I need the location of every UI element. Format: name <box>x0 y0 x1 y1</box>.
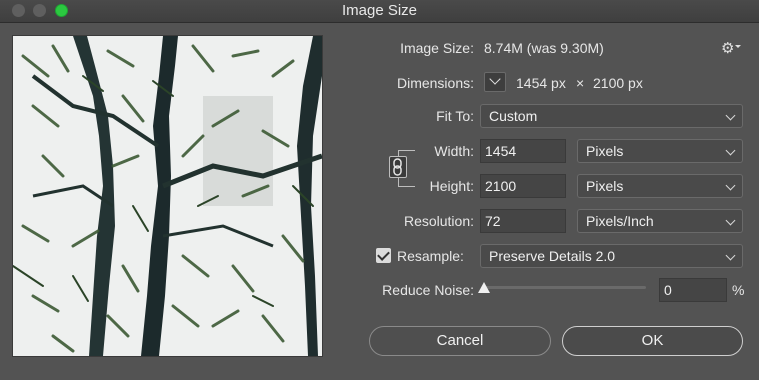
chevron-down-icon <box>725 215 736 226</box>
title-bar: Image Size <box>0 0 759 23</box>
dimensions-height: 2100 px <box>593 75 643 91</box>
width-unit-select[interactable]: Pixels <box>577 139 743 163</box>
window-title: Image Size <box>341 2 418 19</box>
image-preview[interactable] <box>12 35 323 357</box>
gear-dropdown-caret-icon[interactable] <box>735 45 741 48</box>
reduce-noise-unit: % <box>732 282 745 298</box>
dimensions-times: × <box>576 75 585 91</box>
resolution-unit-value: Pixels/Inch <box>586 213 654 229</box>
chevron-down-icon <box>489 73 501 85</box>
chevron-down-icon <box>725 180 736 191</box>
ok-button[interactable]: OK <box>562 326 743 356</box>
image-size-value: 8.74M (was 9.30M) <box>484 40 604 56</box>
dimensions-toggle-button[interactable] <box>484 72 506 92</box>
height-unit-value: Pixels <box>586 178 624 194</box>
chevron-down-icon <box>725 145 736 156</box>
resolution-input[interactable]: 72 <box>480 209 566 233</box>
width-unit-value: Pixels <box>586 143 624 159</box>
image-size-label: Image Size: <box>400 40 474 56</box>
height-input[interactable]: 2100 <box>480 174 566 198</box>
checkmark-icon <box>377 248 390 261</box>
reduce-noise-input[interactable]: 0 <box>659 278 727 302</box>
gear-icon[interactable]: ⚙ <box>721 39 734 57</box>
resample-label[interactable]: Resample: <box>397 248 464 264</box>
resample-method-value: Preserve Details 2.0 <box>489 248 616 264</box>
chain-link-icon[interactable] <box>389 156 407 178</box>
resolution-unit-select[interactable]: Pixels/Inch <box>577 209 743 233</box>
fit-to-value: Custom <box>489 108 538 124</box>
dimensions-width: 1454 px <box>516 75 566 91</box>
preview-foliage-image <box>13 36 322 356</box>
reduce-noise-label: Reduce Noise: <box>382 282 474 298</box>
resolution-label: Resolution: <box>403 213 474 229</box>
reduce-noise-slider-thumb[interactable] <box>478 282 490 293</box>
width-label: Width: <box>434 143 474 159</box>
height-label: Height: <box>429 178 474 194</box>
height-unit-select[interactable]: Pixels <box>577 174 743 198</box>
reduce-noise-slider-track[interactable] <box>484 286 646 289</box>
width-input[interactable]: 1454 <box>480 139 566 163</box>
chevron-down-icon <box>725 110 736 121</box>
resample-method-select[interactable]: Preserve Details 2.0 <box>480 244 743 268</box>
dimensions-label: Dimensions: <box>396 75 474 91</box>
cancel-button[interactable]: Cancel <box>369 326 551 356</box>
fit-to-label: Fit To: <box>436 108 474 124</box>
chevron-down-icon <box>725 250 736 261</box>
resample-checkbox[interactable] <box>376 248 391 263</box>
fit-to-select[interactable]: Custom <box>480 104 743 128</box>
